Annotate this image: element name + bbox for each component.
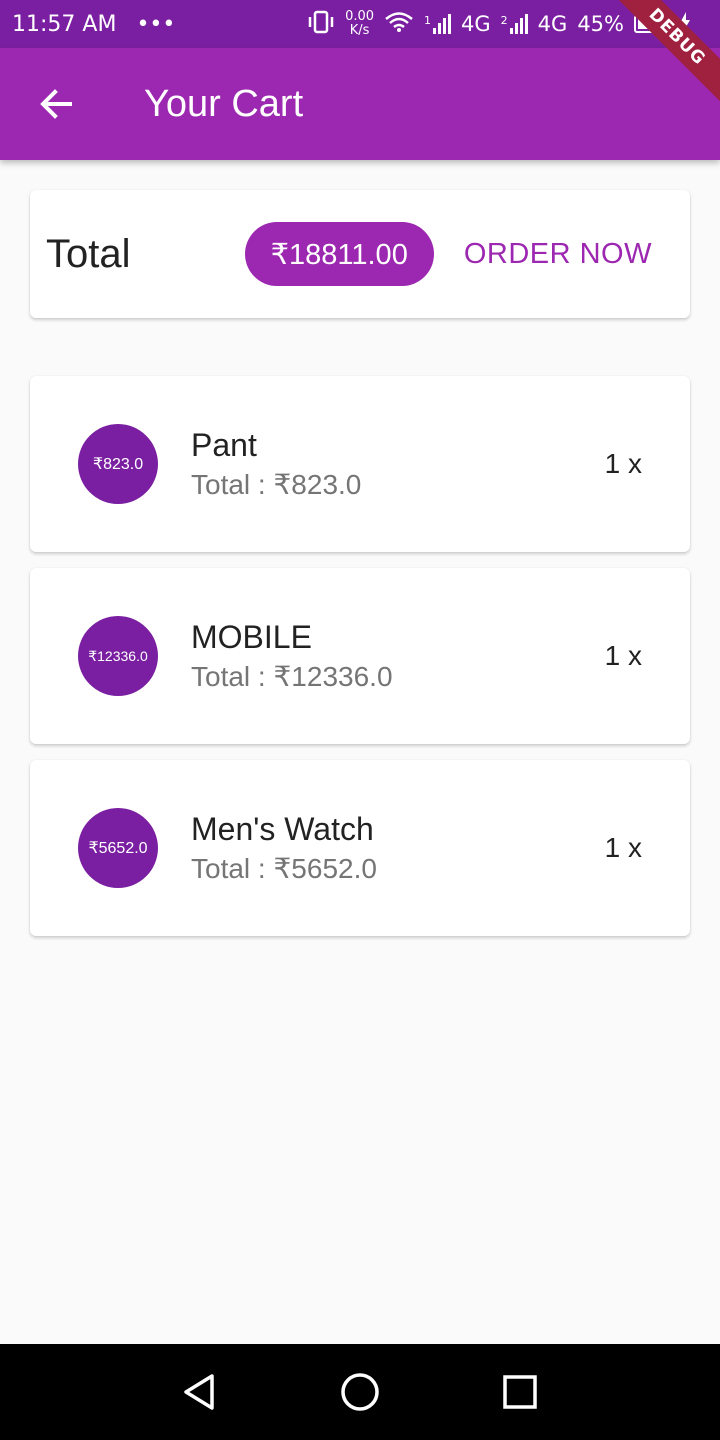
item-name: MOBILE <box>191 619 312 655</box>
cart-total-card: Total ₹18811.00 ORDER NOW <box>30 190 690 318</box>
nav-back-button[interactable] <box>170 1362 230 1422</box>
app-bar: Your Cart <box>0 48 720 160</box>
vibrate-icon <box>307 10 335 39</box>
item-total: Total : ₹823.0 <box>191 469 362 500</box>
battery-percent: 45% <box>577 12 624 36</box>
cart-item[interactable]: ₹5652.0 Men's Watch Total : ₹5652.0 1 x <box>30 760 690 936</box>
item-price-avatar: ₹5652.0 <box>78 808 158 888</box>
sim2-label: 2 <box>500 14 508 27</box>
total-amount-chip: ₹18811.00 <box>244 222 434 286</box>
cart-item[interactable]: ₹12336.0 MOBILE Total : ₹12336.0 1 x <box>30 568 690 744</box>
nav-home-button[interactable] <box>330 1362 390 1422</box>
nav-recents-button[interactable] <box>490 1362 550 1422</box>
back-button[interactable] <box>0 48 112 160</box>
sim1-label: 1 <box>424 14 432 27</box>
item-quantity: 1 x <box>604 448 642 479</box>
status-bar: 11:57 AM ••• 0.00 K/s 1 4G 2 4G 45% <box>0 0 720 48</box>
system-navigation-bar <box>0 1344 720 1440</box>
network-speed-value: 0.00 <box>345 9 375 24</box>
item-name: Men's Watch <box>191 811 374 847</box>
network-type-2: 4G <box>537 12 568 36</box>
item-total: Total : ₹12336.0 <box>191 661 393 692</box>
item-price-avatar: ₹12336.0 <box>78 616 158 696</box>
item-name: Pant <box>191 427 257 463</box>
more-notifications-icon: ••• <box>136 11 176 37</box>
status-time: 11:57 AM <box>12 11 117 37</box>
arrow-back-icon <box>40 89 72 119</box>
triangle-back-icon <box>184 1374 214 1410</box>
total-label: Total <box>46 231 131 276</box>
network-type-1: 4G <box>461 12 491 36</box>
page-title: Your Cart <box>144 82 304 125</box>
item-quantity: 1 x <box>604 640 642 671</box>
wifi-icon <box>384 11 414 38</box>
item-quantity: 1 x <box>604 832 642 863</box>
signal-icon-sim1: 1 <box>424 14 452 34</box>
network-speed: 0.00 K/s <box>345 10 374 38</box>
circle-home-icon <box>341 1373 379 1411</box>
square-recents-icon <box>503 1375 537 1409</box>
cart-item[interactable]: ₹823.0 Pant Total : ₹823.0 1 x <box>30 376 690 552</box>
network-speed-unit: K/s <box>349 23 370 38</box>
item-total: Total : ₹5652.0 <box>191 853 377 884</box>
signal-icon-sim2: 2 <box>501 14 528 34</box>
order-now-button[interactable]: ORDER NOW <box>446 226 670 283</box>
item-price-avatar: ₹823.0 <box>78 424 158 504</box>
